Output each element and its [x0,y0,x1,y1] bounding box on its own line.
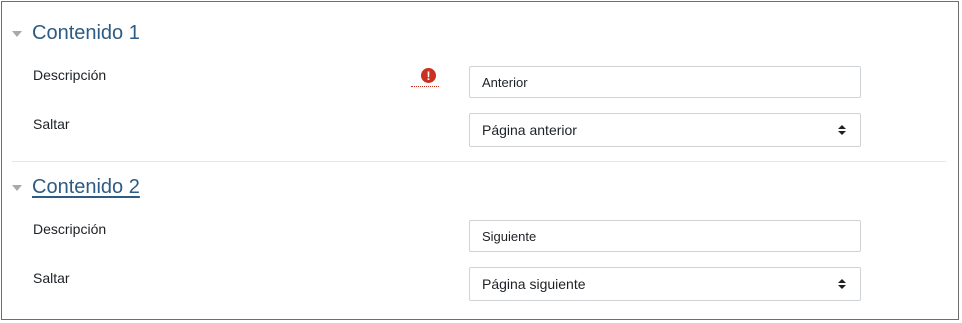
section-header-contenido-2[interactable]: Contenido 2 [12,175,140,199]
jump-select-value: Página siguiente [482,276,586,292]
section-header-contenido-1[interactable]: Contenido 1 [12,21,140,45]
jump-select[interactable]: Página anterior [469,113,861,147]
description-input[interactable] [469,220,861,252]
exclamation-circle-icon: ! [421,68,436,83]
caret-down-icon [12,31,22,37]
section-divider [12,161,946,162]
caret-down-icon [12,185,22,191]
section-title: Contenido 1 [32,22,140,44]
required-indicator-underline [411,86,439,87]
sort-arrows-icon [838,125,846,135]
description-label: Descripción [33,67,107,83]
description-input[interactable] [469,66,861,98]
jump-select-value: Página anterior [482,122,577,138]
section-title[interactable]: Contenido 2 [32,175,140,199]
jump-select[interactable]: Página siguiente [469,267,861,301]
jump-label: Saltar [33,116,70,132]
description-label: Descripción [33,221,107,237]
jump-label: Saltar [33,270,70,286]
sort-arrows-icon [838,279,846,289]
